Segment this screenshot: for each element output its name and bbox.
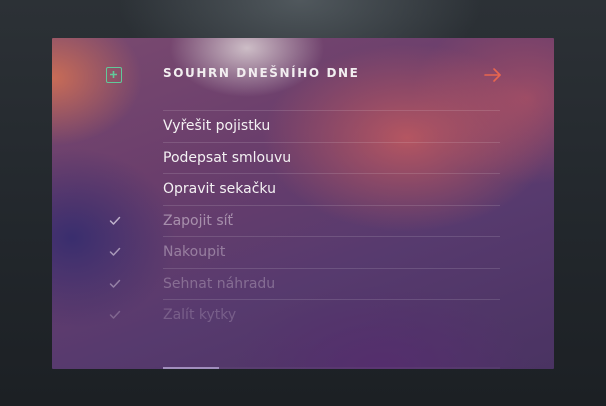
task-label: Zalít kytky <box>163 307 237 323</box>
task-list: Vyřešit pojistku Podepsat smlouvu Opravit … <box>52 110 554 331</box>
task-label: Sehnat náhradu <box>163 275 276 292</box>
task-label: Opravit sekačku <box>163 181 276 197</box>
task-label: Nakoupit <box>163 244 226 260</box>
scrollbar-thumb[interactable] <box>163 367 219 369</box>
check-icon[interactable] <box>109 247 121 257</box>
task-label: Zapojit síť <box>163 212 234 229</box>
check-icon[interactable] <box>109 216 121 226</box>
check-icon[interactable] <box>109 279 121 289</box>
task-item[interactable]: Podepsat smlouvu <box>163 141 500 174</box>
task-label: Vyřešit pojistku <box>163 118 271 134</box>
task-item[interactable]: Vyřešit pojistku <box>163 110 500 142</box>
task-item[interactable]: Opravit sekačku <box>163 173 500 205</box>
task-item[interactable]: Sehnat náhradu <box>109 267 500 300</box>
task-item[interactable]: Zalít kytky <box>109 299 500 331</box>
add-task-button[interactable] <box>106 67 122 83</box>
scrollbar[interactable] <box>163 367 500 369</box>
task-label: Podepsat smlouvu <box>163 149 292 166</box>
task-item[interactable]: Zapojit síť <box>109 204 500 237</box>
plus-square-icon <box>110 71 117 78</box>
task-item[interactable]: Nakoupit <box>109 236 500 268</box>
card-header: SOUHRN DNEŠNÍHO DNE <box>52 38 554 110</box>
page-title: SOUHRN DNEŠNÍHO DNE <box>163 66 360 80</box>
daily-summary-card: SOUHRN DNEŠNÍHO DNE Vyřešit pojistku Pode… <box>52 38 554 369</box>
check-icon[interactable] <box>109 310 121 320</box>
arrow-right-icon <box>484 68 501 82</box>
next-day-button[interactable] <box>484 67 502 83</box>
